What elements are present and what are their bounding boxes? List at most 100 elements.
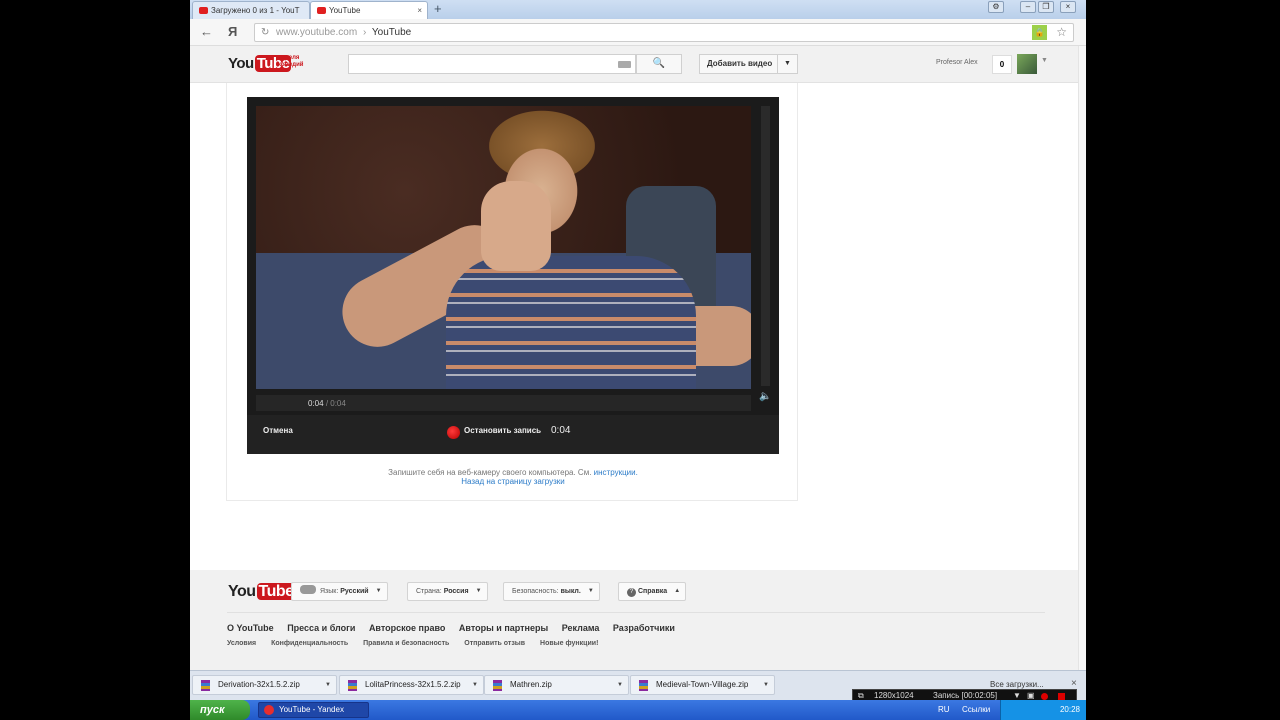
chevron-down-icon[interactable]: ▼: [1041, 57, 1048, 64]
settings-icon[interactable]: ⚙: [988, 1, 1004, 13]
webcam-video[interactable]: [256, 106, 751, 389]
footer-links: О YouTube Пресса и блоги Авторское право…: [227, 623, 686, 633]
cancel-button[interactable]: Отмена: [263, 426, 293, 435]
current-time: 0:04: [308, 399, 324, 408]
footer-link-terms[interactable]: Условия: [227, 640, 256, 647]
footer-link-advertising[interactable]: Реклама: [562, 623, 600, 633]
hand-shape: [481, 181, 551, 271]
logo-you: You: [228, 55, 254, 72]
download-filename: Mathren.zip: [510, 680, 552, 689]
url-page-title: YouTube: [371, 27, 412, 38]
download-filename: LolitaPrincess-32x1.5.2.zip: [365, 680, 461, 689]
yandex-icon[interactable]: Я: [228, 23, 237, 41]
download-filename: Medieval-Town-Village.zip: [656, 680, 749, 689]
search-input[interactable]: [348, 54, 636, 74]
tab-label: Загружено 0 из 1 - YouT: [211, 6, 300, 15]
footer-link-press[interactable]: Пресса и блоги: [287, 623, 355, 633]
country-value: Россия: [443, 588, 469, 595]
archive-icon: [348, 680, 357, 691]
footer-link-about[interactable]: О YouTube: [227, 623, 274, 633]
notifications-badge[interactable]: 0: [992, 55, 1012, 74]
close-icon[interactable]: ×: [1071, 678, 1077, 689]
footer-youtube-logo[interactable]: You Tube: [228, 583, 296, 601]
chevron-down-icon[interactable]: ▼: [777, 55, 797, 73]
reload-icon[interactable]: ↻: [261, 24, 269, 41]
chevron-down-icon[interactable]: ▼: [763, 676, 769, 694]
stop-recording-button[interactable]: Остановить запись: [464, 426, 541, 435]
tab-close-icon[interactable]: ×: [417, 2, 422, 19]
yandex-browser-icon: [264, 705, 274, 715]
safety-label: Безопасность:: [512, 588, 559, 595]
archive-icon: [493, 680, 502, 691]
back-to-upload-link[interactable]: Назад на страницу загрузки: [461, 477, 565, 486]
help-label: Справка: [638, 588, 668, 595]
time-display: 0:04 / 0:04: [308, 399, 346, 408]
avatar[interactable]: [1017, 54, 1037, 74]
download-item[interactable]: Derivation-32x1.5.2.zip ▼: [192, 675, 337, 695]
address-bar: ← Я ↻ www.youtube.com › YouTube 🔒 ☆: [190, 19, 1086, 46]
chevron-down-icon[interactable]: ▼: [325, 676, 331, 694]
footer-link-new-features[interactable]: Новые функции!: [540, 640, 598, 647]
chevron-down-icon[interactable]: ▼: [617, 676, 623, 694]
footer-link-creators[interactable]: Авторы и партнеры: [459, 623, 548, 633]
duration: / 0:04: [325, 399, 346, 408]
footer-link-copyright[interactable]: Авторское право: [369, 623, 445, 633]
close-window-button[interactable]: ×: [1060, 1, 1076, 13]
logo-tube: Tube: [256, 583, 296, 600]
keyboard-icon[interactable]: [618, 61, 631, 68]
chevron-down-icon[interactable]: ▼: [472, 676, 478, 694]
task-label: YouTube - Yandex: [279, 705, 344, 714]
footer-link-developers[interactable]: Разработчики: [613, 623, 675, 633]
instructions-link[interactable]: инструкции.: [594, 468, 638, 477]
youtube-header: You Tube неделя комедий 🔍 Добавить видео …: [190, 46, 1078, 83]
footer-link-feedback[interactable]: Отправить отзыв: [464, 640, 525, 647]
star-icon[interactable]: ☆: [1056, 24, 1067, 41]
url-separator: ›: [362, 27, 367, 38]
chevron-up-icon: ▲: [674, 588, 681, 594]
language-indicator[interactable]: RU: [938, 705, 950, 714]
youtube-favicon-icon: [199, 7, 208, 14]
language-button[interactable]: Язык: Русский ▼: [291, 582, 388, 601]
logo-subtitle-line2: комедий: [278, 62, 304, 68]
back-arrow-icon[interactable]: ←: [200, 23, 213, 41]
start-button[interactable]: пуск: [190, 700, 250, 720]
tab-upload[interactable]: Загружено 0 из 1 - YouT: [192, 1, 310, 19]
new-tab-button[interactable]: +: [434, 1, 442, 17]
volume-slider[interactable]: [761, 106, 770, 386]
lock-icon[interactable]: 🔒: [1032, 25, 1047, 40]
country-label: Страна:: [416, 588, 442, 595]
username[interactable]: Profesor Alex: [936, 59, 978, 66]
maximize-button[interactable]: ❐: [1038, 1, 1054, 13]
country-button[interactable]: Страна: Россия ▼: [407, 582, 488, 601]
download-item[interactable]: Medieval-Town-Village.zip ▼: [630, 675, 775, 695]
links-toolbar[interactable]: Ссылки: [962, 705, 990, 714]
stop-icon[interactable]: [1058, 693, 1065, 700]
download-item[interactable]: Mathren.zip ▼: [484, 675, 629, 695]
add-video-button[interactable]: Добавить видео ▼: [699, 54, 798, 74]
tab-label: YouTube: [329, 6, 361, 15]
footer-link-privacy[interactable]: Конфиденциальность: [271, 640, 348, 647]
minimize-button[interactable]: –: [1020, 1, 1036, 13]
progress-bar[interactable]: 0:04 / 0:04: [256, 395, 751, 411]
system-tray: 20:28: [1000, 700, 1086, 720]
logo-subtitle: неделя комедий: [278, 55, 303, 69]
all-downloads-link[interactable]: Все загрузки...: [990, 680, 1044, 689]
url-field[interactable]: ↻ www.youtube.com › YouTube 🔒 ☆: [254, 23, 1074, 42]
youtube-favicon-icon: [317, 7, 326, 14]
volume-icon[interactable]: 🔈: [759, 391, 771, 402]
webcam-recorder: 🔈 0:04 / 0:04 Отмена Остановить запись 0…: [247, 97, 779, 454]
record-icon[interactable]: [1041, 693, 1048, 700]
search-button[interactable]: 🔍: [636, 54, 682, 74]
help-button[interactable]: ? Справка ▲: [618, 582, 687, 601]
safety-button[interactable]: Безопасность: выкл. ▼: [503, 582, 600, 601]
footer: You Tube Язык: Русский ▼ Страна: Россия ▼…: [190, 570, 1078, 670]
taskbar-item-yandex[interactable]: YouTube - Yandex: [258, 702, 369, 718]
chevron-down-icon: ▼: [475, 588, 482, 594]
page-scrollbar[interactable]: [1078, 46, 1086, 670]
tab-youtube[interactable]: YouTube ×: [310, 1, 428, 19]
record-dot-icon[interactable]: [447, 426, 460, 439]
download-item[interactable]: LolitaPrincess-32x1.5.2.zip ▼: [339, 675, 484, 695]
clock: 20:28: [1059, 705, 1080, 714]
footer-link-policy[interactable]: Правила и безопасность: [363, 640, 449, 647]
caption-text: Запишите себя на веб-камеру своего компь…: [388, 468, 594, 477]
